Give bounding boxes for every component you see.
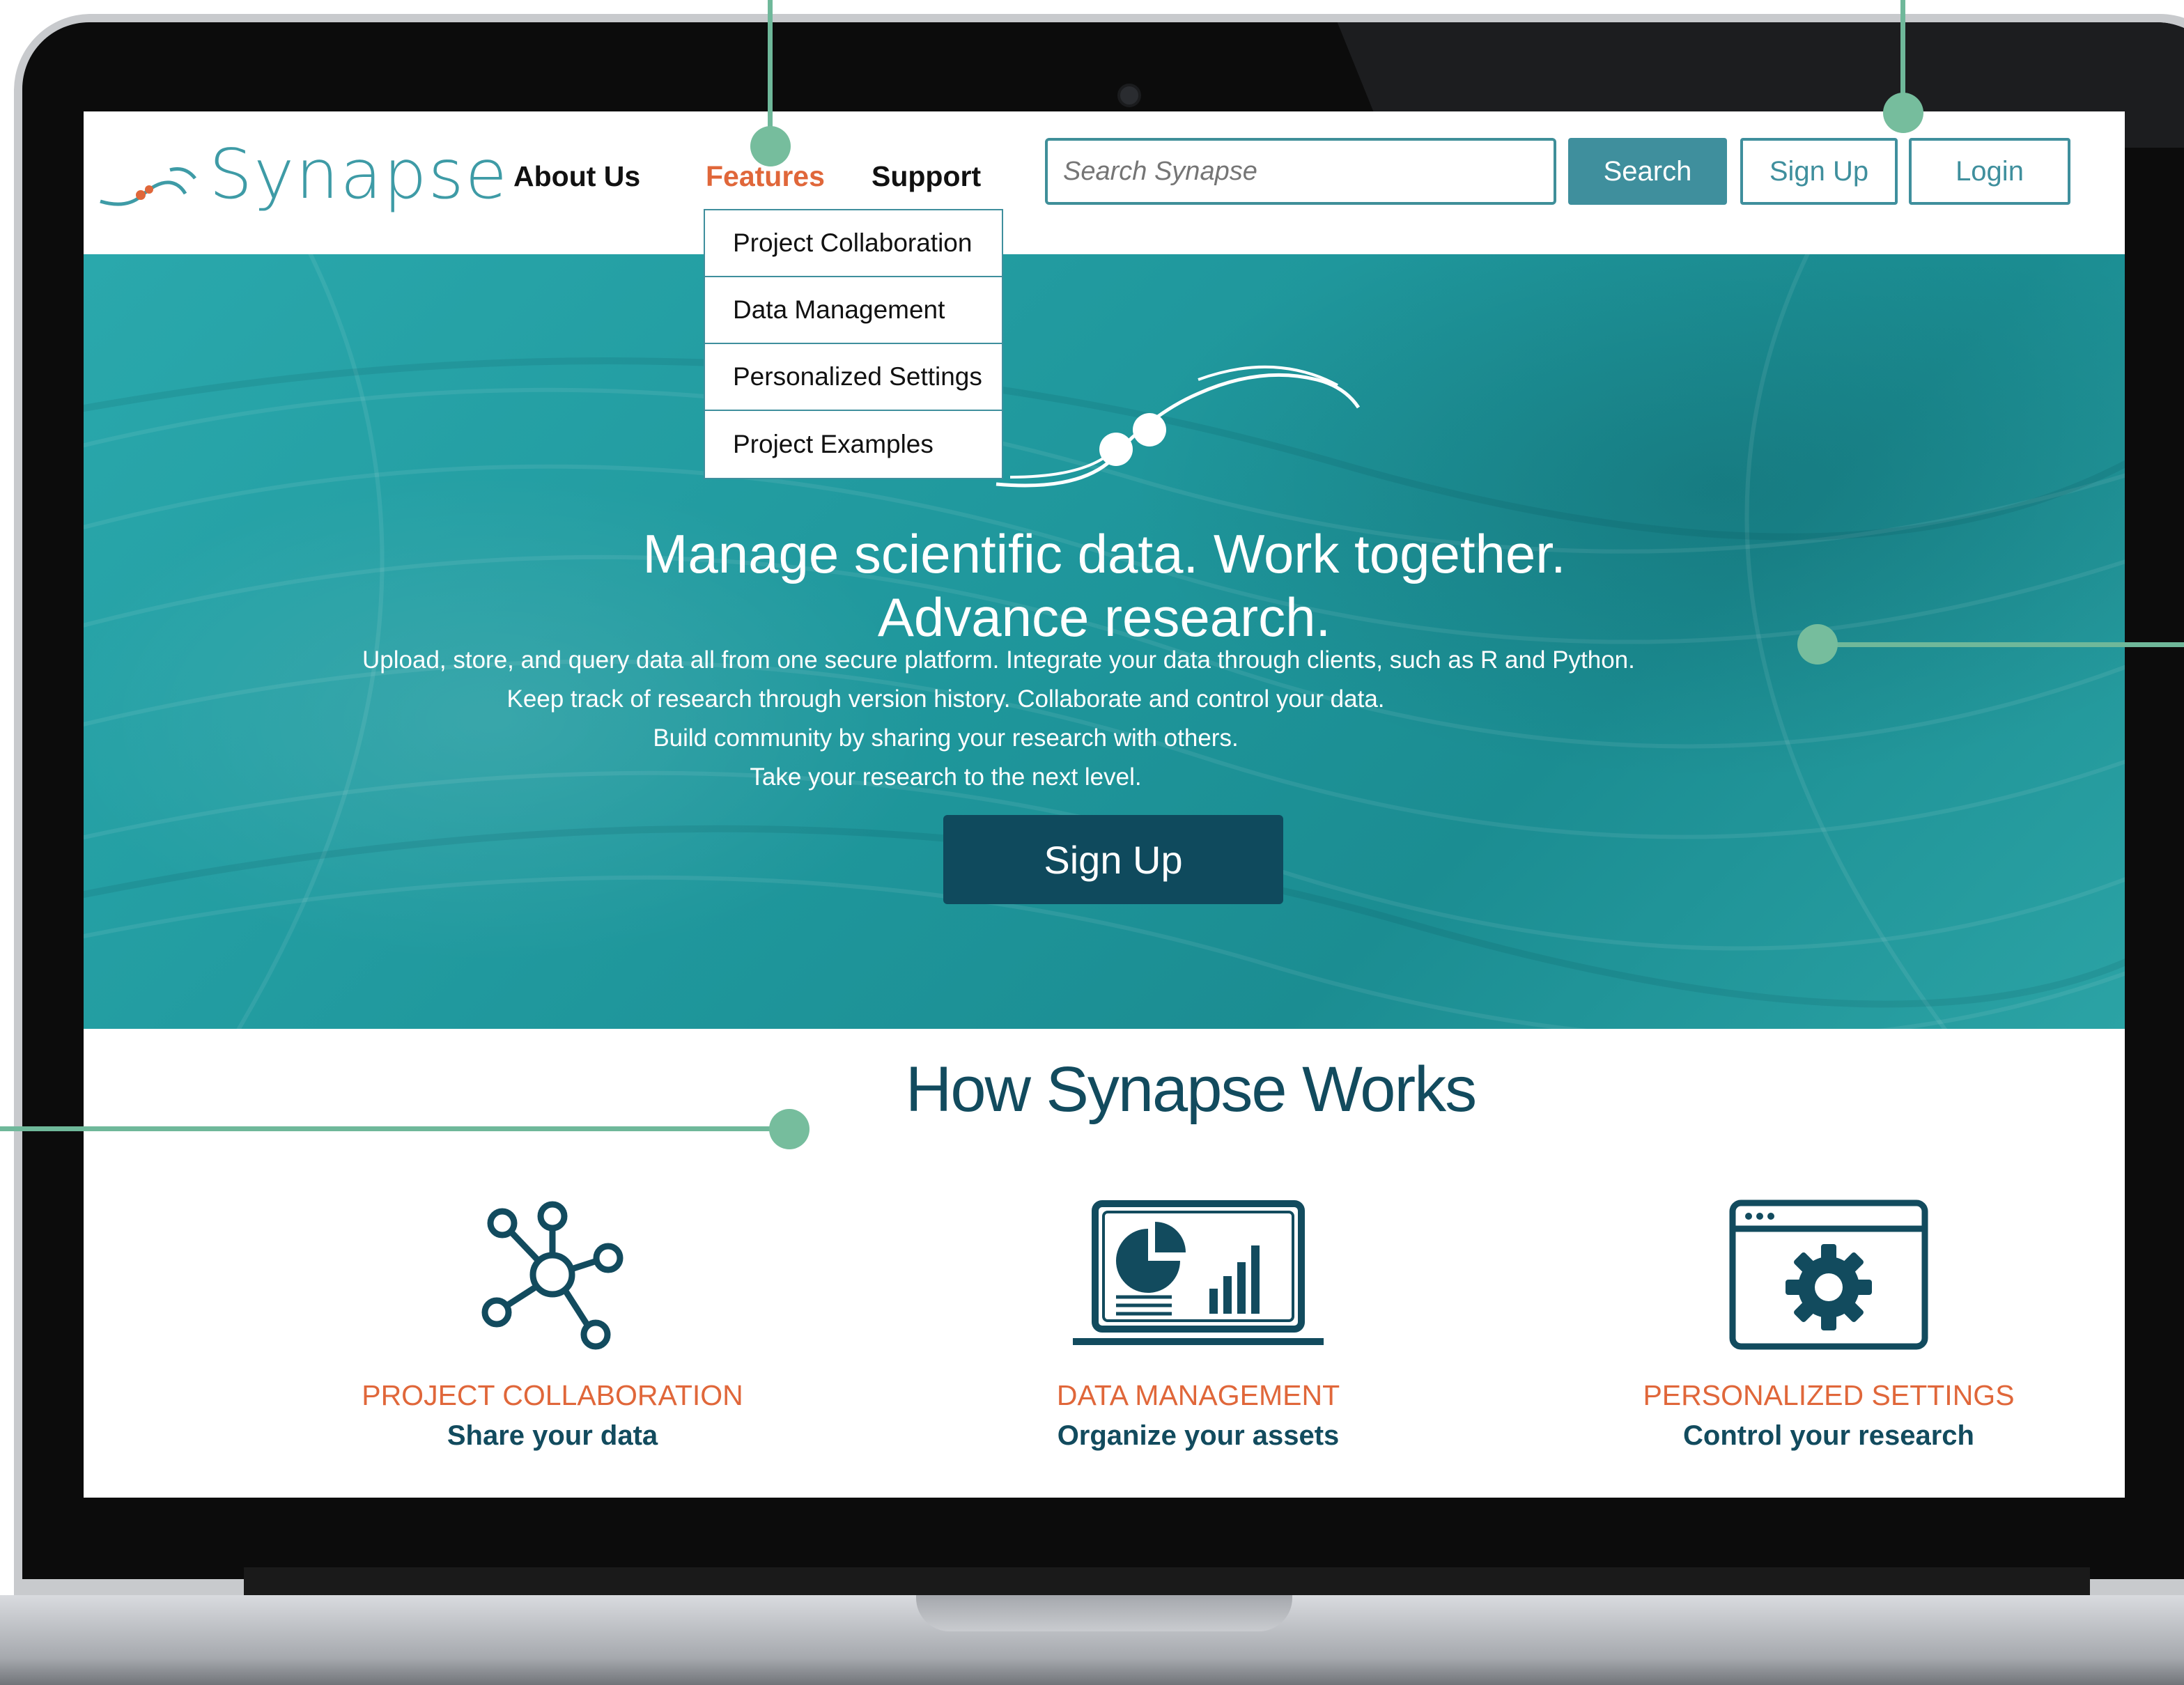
synapse-logo-icon <box>100 167 196 206</box>
callout-line-how-it-works <box>0 1126 787 1131</box>
bezel-bottom-strip <box>244 1567 2090 1595</box>
feature-subtitle-share-data: Share your data <box>447 1420 658 1451</box>
search-input[interactable] <box>1045 138 1556 205</box>
laptop-notch <box>916 1595 1292 1631</box>
feature-subtitle-control-research: Control your research <box>1683 1420 1974 1451</box>
screen: Synapse About Us Features Support Search… <box>84 111 2125 1498</box>
hero-headline: Manage scientific data. Work together. A… <box>642 523 1566 648</box>
hero-line-1: Upload, store, and query data all from o… <box>362 646 1635 674</box>
settings-window-icon <box>1729 1199 1928 1350</box>
feature-data-management[interactable]: DATA MANAGEMENT Organize your assets <box>954 1198 1442 1452</box>
top-navbar: Synapse About Us Features Support Search… <box>84 111 2125 254</box>
menu-item-project-collaboration[interactable]: Project Collaboration <box>705 210 1002 277</box>
analytics-laptop-icon <box>1073 1200 1324 1345</box>
callout-dot-how-it-works <box>769 1109 810 1149</box>
feature-subtitle-organize-assets: Organize your assets <box>1057 1420 1340 1451</box>
callout-line-hero <box>1818 642 2184 647</box>
feature-title-data-management: DATA MANAGEMENT <box>1056 1379 1340 1411</box>
feature-personalized-settings[interactable]: PERSONALIZED SETTINGS Control your resea… <box>1585 1198 2073 1452</box>
nav-support[interactable]: Support <box>872 160 981 193</box>
hero-signup-button[interactable]: Sign Up <box>943 815 1283 904</box>
feature-title-personalized-settings: PERSONALIZED SETTINGS <box>1643 1379 2015 1411</box>
signup-nav-button[interactable]: Sign Up <box>1740 138 1898 205</box>
camera-icon <box>1117 84 1141 107</box>
hero-line-2: Keep track of research through version h… <box>506 685 1385 713</box>
login-button[interactable]: Login <box>1909 138 2070 205</box>
callout-line-features <box>768 0 773 143</box>
menu-item-personalized-settings[interactable]: Personalized Settings <box>705 344 1002 411</box>
menu-item-data-management[interactable]: Data Management <box>705 277 1002 344</box>
callout-dot-features <box>750 126 791 166</box>
network-icon <box>481 1201 624 1350</box>
feature-title-project-collaboration: PROJECT COLLABORATION <box>362 1379 743 1411</box>
features-dropdown-menu: Project Collaboration Data Management Pe… <box>704 209 1003 479</box>
how-it-works-heading: How Synapse Works <box>905 1054 1477 1125</box>
search-button[interactable]: Search <box>1568 138 1727 205</box>
menu-item-project-examples[interactable]: Project Examples <box>705 411 1002 478</box>
swoosh-decoration-icon <box>996 365 1361 488</box>
hero-description: Upload, store, and query data all from o… <box>362 641 1635 797</box>
hero-line-3: Build community by sharing your research… <box>653 724 1239 752</box>
synapse-logo[interactable]: Synapse <box>98 135 507 226</box>
callout-dot-hero <box>1797 624 1838 665</box>
feature-project-collaboration[interactable]: PROJECT COLLABORATION Share your data <box>309 1198 796 1452</box>
hero-line-4: Take your research to the next level. <box>750 763 1142 791</box>
nav-about-us[interactable]: About Us <box>513 160 640 193</box>
brand-name: Synapse <box>209 135 509 215</box>
callout-dot-auth <box>1883 93 1923 133</box>
